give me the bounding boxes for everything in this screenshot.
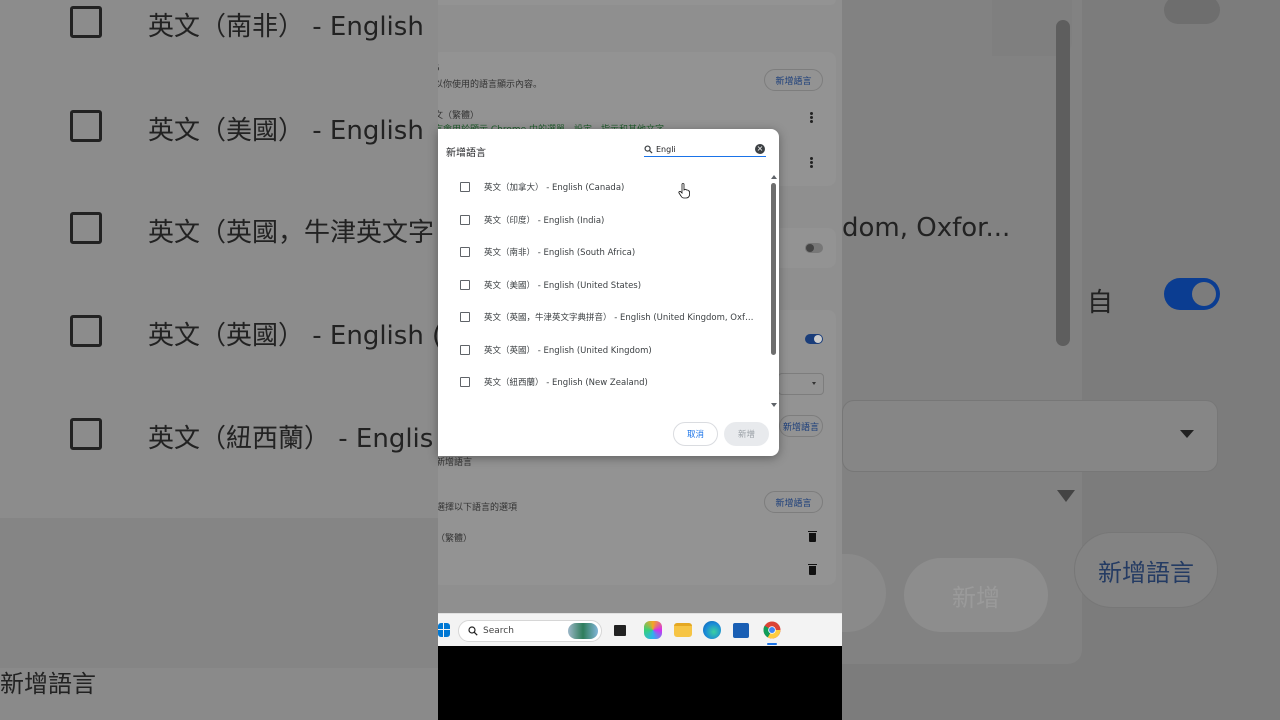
delete-icon[interactable] [808, 531, 817, 542]
checkbox[interactable] [460, 312, 470, 322]
chevron-down-icon [1180, 430, 1194, 438]
language-label: 英文（英國） - English (United Kingdom) [484, 346, 652, 356]
language-label: 英文（南非） - English (South Africa) [484, 248, 636, 258]
translate-toggle[interactable] [805, 243, 823, 253]
language-label: 英文（美國） - English (United States) [484, 281, 642, 291]
bg-scroll-down-icon [1057, 490, 1075, 502]
bg-oxford-text: dom, Oxfor... [842, 213, 1011, 243]
task-view-icon[interactable] [614, 625, 626, 636]
checkbox[interactable] [460, 215, 470, 225]
clear-search-icon[interactable]: × [755, 144, 765, 154]
list-item[interactable]: 英文（加拿大） - English (Canada) [438, 171, 768, 203]
bg-toggle-on [1164, 278, 1220, 310]
list-item[interactable]: 英文（南非） - English (South Africa) [438, 236, 768, 268]
cancel-button[interactable]: 取消 [673, 422, 718, 446]
bg-footer-zoom [0, 518, 438, 668]
background-right-zoom: dom, Oxfor... 自 新增 新增語言 [842, 0, 1280, 720]
copilot-icon[interactable] [644, 621, 662, 639]
language-label: 英文（加拿大） - English (Canada) [484, 183, 625, 193]
bg-checkbox [70, 315, 102, 347]
windows-start-icon[interactable] [438, 623, 450, 637]
add-button[interactable]: 新增 [724, 422, 769, 446]
checkbox[interactable] [460, 280, 470, 290]
letterbox-bottom [438, 646, 842, 720]
list-item[interactable]: 英文（印度） - English (India) [438, 204, 768, 236]
checkbox[interactable] [460, 182, 470, 192]
add-language-label: 新增語言 [438, 458, 473, 468]
bg-row-text: 英文（紐西蘭） - Englis [148, 424, 434, 454]
screen: 英文（南非） - English 英文（美國） - English 英文（英國，… [0, 0, 1280, 720]
search-placeholder: Search [483, 626, 514, 636]
scroll-thumb[interactable] [771, 183, 776, 355]
bg-checkbox [70, 110, 102, 142]
add-languages-dialog: 新增語言 × 英文（加拿大） - English (Canada) 英文（印度）… [438, 129, 779, 456]
bg-row-text: 英文（英國） - English ( [148, 321, 438, 351]
checkbox[interactable] [460, 377, 470, 387]
bg-toggle-top [1164, 0, 1220, 24]
add-language-button[interactable]: 新增語言 [764, 69, 823, 91]
bg-checkbox [70, 212, 102, 244]
language-list[interactable]: 英文（加拿大） - English (Canada) 英文（印度） - Engl… [438, 171, 771, 407]
bg-add-lang-text: 新增語言 [0, 670, 96, 698]
bg-add-lang-zoom: 新增語言 [1074, 532, 1218, 608]
language-item: 文（繁體） [438, 111, 480, 121]
taskbar-search[interactable]: Search [458, 620, 602, 642]
bg-checkbox [70, 418, 102, 450]
dialog-title: 新增語言 [446, 148, 486, 159]
search-input[interactable] [656, 143, 752, 156]
list-item[interactable]: 英文（美國） - English (United States) [438, 269, 768, 301]
background-left-zoom: 英文（南非） - English 英文（美國） - English 英文（英國，… [0, 0, 438, 720]
language-search[interactable]: × [644, 143, 766, 157]
spellcheck-select[interactable] [778, 373, 824, 395]
list-scrollbar[interactable] [770, 175, 777, 407]
bg-row-text: 英文（英國，牛津英文字 [148, 218, 435, 248]
search-highlight-image [568, 623, 598, 639]
chevron-down-icon [812, 382, 816, 385]
more-options-icon[interactable] [810, 112, 813, 123]
checkbox[interactable] [460, 247, 470, 257]
file-explorer-icon[interactable] [674, 623, 692, 637]
more-options-icon[interactable] [810, 157, 813, 168]
list-item[interactable]: 英文（英國，牛津英文字典拼音） - English (United Kingdo… [438, 301, 768, 333]
delete-icon[interactable] [808, 564, 817, 575]
bg-dropdown-zoom [842, 400, 1218, 472]
chrome-icon[interactable] [763, 621, 781, 639]
active-app-indicator [767, 643, 777, 645]
add-language-button[interactable]: 新增語言 [764, 491, 823, 513]
taskbar: Search [438, 613, 842, 646]
spellcheck-language: （繁體） [438, 534, 473, 544]
bg-checkbox [70, 6, 102, 38]
add-language-button[interactable]: 新增語言 [779, 415, 823, 437]
bg-scrollbar [1056, 20, 1070, 346]
store-icon[interactable] [733, 623, 749, 638]
spellcheck-desc: 選擇以下語言的選項 [438, 503, 518, 513]
scroll-down-icon[interactable] [771, 403, 777, 407]
language-label: 英文（紐西蘭） - English (New Zealand) [484, 378, 648, 388]
hand-cursor-icon [678, 183, 690, 199]
checkbox[interactable] [460, 345, 470, 355]
corner-text: 5 [438, 64, 440, 74]
list-item[interactable]: 英文（英國） - English (United Kingdom) [438, 334, 768, 366]
spellcheck-toggle[interactable] [805, 334, 823, 344]
top-card [438, 0, 836, 5]
language-desc: 以你使用的語言顯示內容。 [438, 80, 543, 90]
bg-row-text: 英文（美國） - English [148, 116, 424, 146]
language-label: 英文（英國，牛津英文字典拼音） - English (United Kingdo… [484, 313, 756, 323]
bg-add-btn-zoom: 新增 [904, 558, 1048, 632]
search-icon [644, 145, 653, 154]
bg-text: 自 [1087, 288, 1114, 318]
language-label: 英文（印度） - English (India) [484, 216, 605, 226]
scroll-up-icon[interactable] [771, 175, 777, 179]
search-icon [468, 626, 478, 636]
edge-icon[interactable] [703, 621, 721, 639]
bg-row-text: 英文（南非） - English [148, 12, 424, 42]
list-item[interactable]: 英文（紐西蘭） - English (New Zealand) [438, 366, 768, 398]
